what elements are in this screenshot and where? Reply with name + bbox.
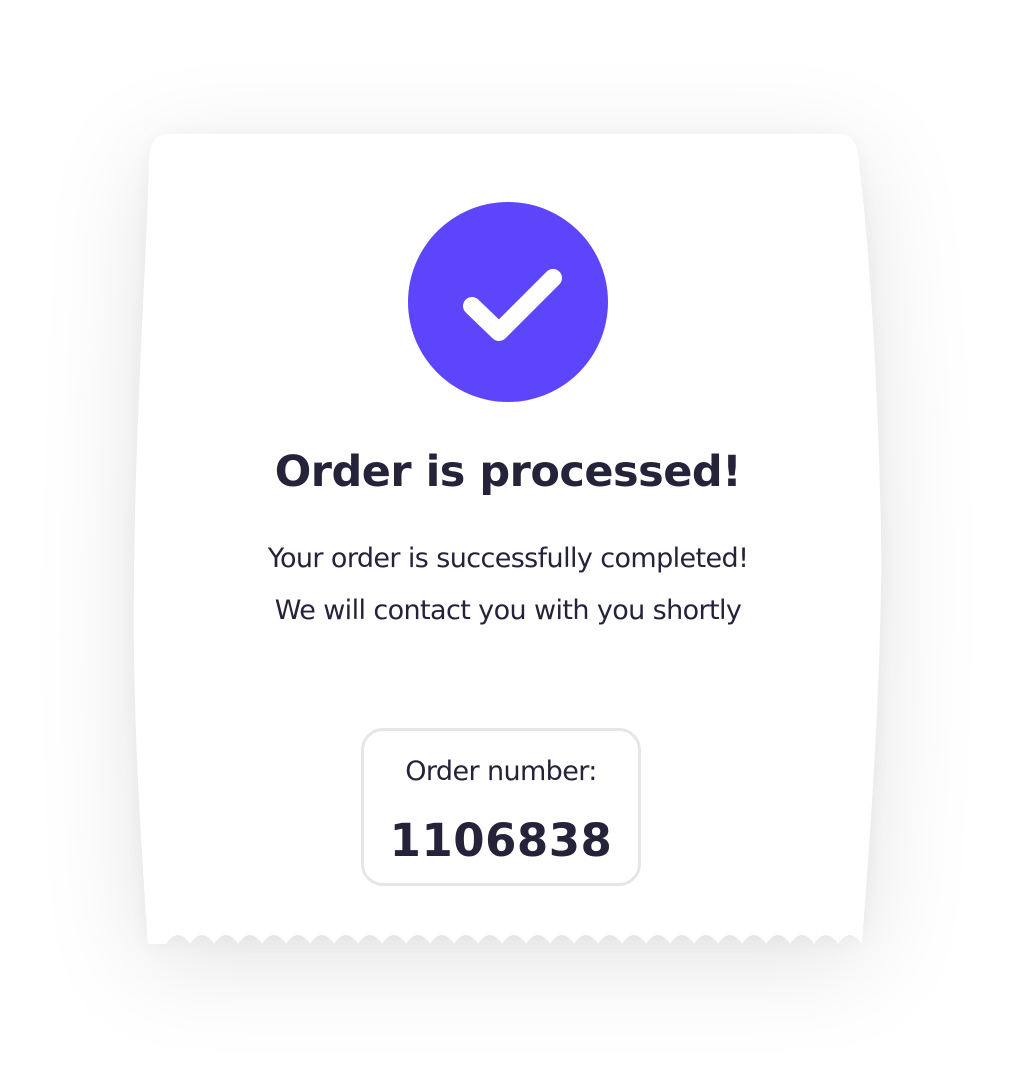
- order-confirmation-receipt: Order is processed! Your order is succes…: [128, 128, 888, 958]
- success-badge: [408, 202, 608, 402]
- order-number-card: Order number: 1106838: [361, 728, 641, 886]
- check-icon: [463, 269, 562, 341]
- confirmation-message: Your order is successfully completed! We…: [267, 543, 749, 626]
- confirmation-title: Order is processed!: [274, 447, 742, 497]
- order-number-label: Order number:: [405, 756, 597, 787]
- order-number-value: 1106838: [389, 814, 613, 867]
- receipt-content: Order is processed! Your order is succes…: [128, 128, 888, 958]
